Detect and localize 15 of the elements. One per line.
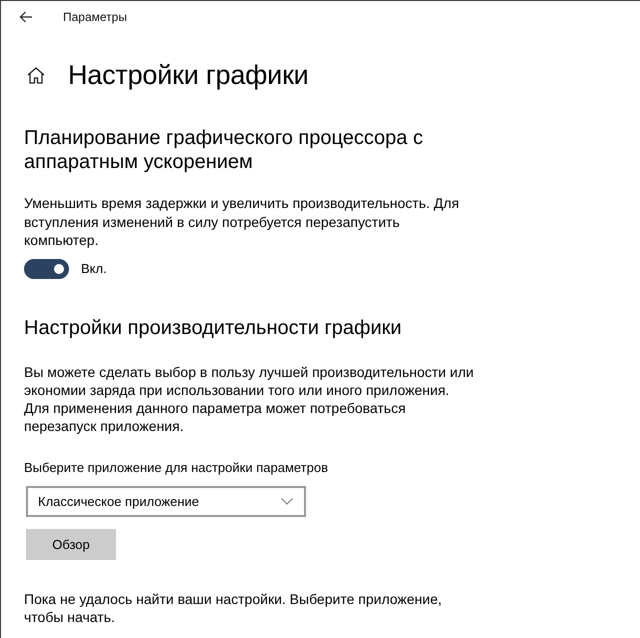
section-heading: Настройки производительности графики	[24, 316, 403, 340]
app-type-dropdown[interactable]: Классическое приложение	[26, 486, 306, 517]
dropdown-label: Выберите приложение для настройки параметров	[24, 458, 329, 477]
browse-button[interactable]: Обзор	[26, 528, 116, 560]
section-description: Вы можете сделать выбор в пользу лучшей производительности или экономии заряда при использовании того или иного приложения. Для применения данного параметра может потребоваться перезапуск приложения.	[24, 362, 475, 436]
section-description: Уменьшить время задержки и увеличить производительность. Для вступления изменений в силу потребуется перезапустить компьютер.	[24, 194, 460, 250]
toggle-switch[interactable]	[24, 258, 69, 278]
empty-message: Пока не удалось найти ваши настройки. Выберите приложение, чтобы начать.	[24, 590, 443, 626]
chevron-down-icon	[281, 498, 293, 505]
window-title: Параметры	[63, 10, 127, 24]
back-arrow-icon	[19, 11, 33, 23]
home-icon	[27, 66, 45, 84]
toggle-label: Вкл.	[81, 261, 107, 276]
section-heading: Планирование графического процессора с аппаратным ускорением	[24, 126, 424, 174]
page-title: Настройки графики	[68, 59, 309, 92]
